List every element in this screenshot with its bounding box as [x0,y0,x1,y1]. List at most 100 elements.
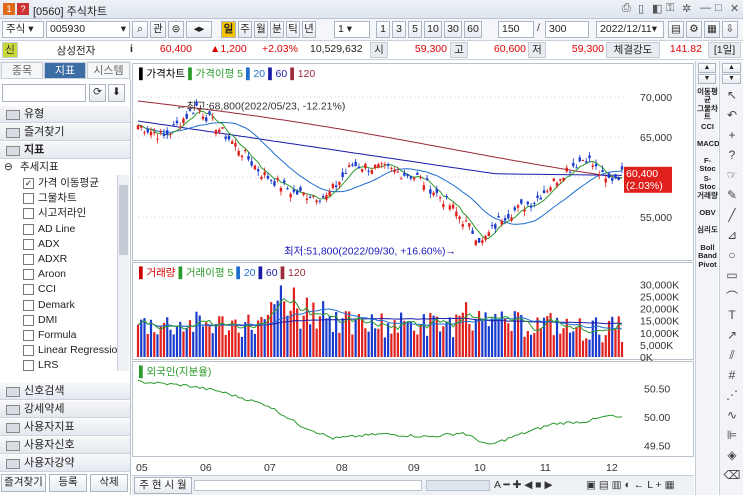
market-select[interactable]: 주식 ▾ [2,21,44,38]
tab-stock[interactable]: 종목 [1,62,43,79]
checkbox-icon[interactable] [23,254,34,265]
arc-icon[interactable]: ⌒ [723,288,741,305]
period-tick-button[interactable]: 틱 [286,21,300,38]
crosshair-icon[interactable]: + [723,128,741,145]
cursor-icon[interactable]: ↖ [723,88,741,105]
folder-user-signal[interactable]: 사용자신호 [0,437,130,454]
history-icon[interactable]: ⊜ [168,21,184,38]
indicator-shortcut[interactable]: Pivot [697,261,718,269]
info-icon[interactable]: i [130,43,133,55]
related-button[interactable]: 관 [150,21,166,38]
interval-select[interactable]: 1 ▾ [334,21,370,38]
checkbox-icon[interactable] [23,284,34,296]
rectangle-icon[interactable]: ▭ [723,268,741,285]
indicator-shortcut[interactable]: OBV [697,209,718,217]
folder-user-indicator[interactable]: 사용자지표 [0,419,130,436]
channel-icon[interactable]: ⫽ [723,348,741,365]
download-icon[interactable]: ⬇ [108,84,125,102]
indicator-shortcut[interactable]: 심리도 [697,226,718,234]
navigate-icons[interactable]: A ━ ✚ ◀ ■ ▶ [494,479,553,491]
period-month-button[interactable]: 월 [254,21,268,38]
indicator-item[interactable]: CCI [0,282,118,297]
export-icon[interactable]: ⇩ [722,21,738,38]
indicator-shortcut[interactable]: 그물차트 [697,105,718,121]
checkbox-icon[interactable] [23,360,34,372]
help-icon[interactable]: ? [17,3,29,15]
indicator-shortcut[interactable]: 거래량 [697,191,718,200]
group-trend[interactable]: ⊖ 추세지표 [0,160,118,175]
close-icon[interactable]: ✕ [730,2,739,15]
delete-button[interactable]: 삭제 [90,474,128,492]
tab-system[interactable]: 시스템 [87,62,130,79]
total-input[interactable]: 300 [545,21,589,38]
refresh-icon[interactable]: ⟳ [89,84,106,102]
trendline-icon[interactable]: ╱ [723,208,741,225]
checkbox-icon[interactable] [23,330,34,341]
pen-icon[interactable]: ✎ [723,188,741,205]
indicator-search-input[interactable] [2,84,86,102]
checkbox-icon[interactable] [23,314,34,326]
date-input[interactable]: 2022/12/11▾ [596,21,664,38]
indicator-item[interactable]: 그물차트 [0,191,118,206]
indicator-item[interactable]: DMI [0,313,118,328]
tool-down-icon[interactable]: ▼ [722,74,741,84]
stock-code-input[interactable]: 005930 ▾ [46,21,130,38]
indicator-item[interactable]: Linear Regression [0,343,118,358]
quick-3-button[interactable]: 3 [392,21,406,38]
folder-signal-search[interactable]: 신호검색 [0,383,130,400]
scroll-up-icon[interactable]: ▲ [698,63,716,73]
arrow-icon[interactable]: ↗ [723,328,741,345]
zoom-buttons[interactable]: 주 현 시 월 [134,477,192,494]
checkbox-icon[interactable] [23,193,34,205]
quick-1-button[interactable]: 1 [376,21,390,38]
grid-icon[interactable]: # [723,368,741,385]
indicator-shortcut[interactable]: CCI [697,122,718,131]
indicator-item[interactable]: LRS [0,358,118,373]
checkbox-icon[interactable] [23,269,34,281]
maximize-icon[interactable]: □ [715,2,722,14]
scroll-down-icon[interactable]: ▼ [698,74,716,84]
pointer-icon[interactable]: ☞ [723,168,741,185]
indicator-item[interactable]: AD Line [0,222,118,237]
circle-icon[interactable]: ○ [723,248,741,265]
indicator-item[interactable]: Demark [0,298,118,313]
period-day-button[interactable]: 일 [221,21,236,38]
checkbox-icon[interactable] [23,345,34,357]
indicator-item[interactable]: Aroon [0,267,118,282]
tool-up-icon[interactable]: ▲ [722,63,741,73]
register-button[interactable]: 등록 [49,474,87,492]
erase-icon[interactable]: ⌫ [723,468,741,485]
stepper-icon[interactable]: ◂▸ [186,21,212,38]
quick-30-button[interactable]: 30 [444,21,462,38]
indicator-shortcut[interactable]: MACD [697,139,720,148]
indicator-item[interactable]: ✓ 가격 이동평균 [0,176,118,191]
indicator-item[interactable]: ADXR [0,252,118,267]
indicator-shortcut[interactable]: Boll Band [697,243,718,260]
folder-user-strength[interactable]: 사용자강약 [0,455,130,472]
text-icon[interactable]: T [723,308,741,325]
setup-icon[interactable]: ⚙ [686,21,702,38]
search-icon[interactable]: ⌕ [132,21,148,38]
indicator-item[interactable]: ADX [0,237,118,252]
quick-60-button[interactable]: 60 [464,21,482,38]
wave-icon[interactable]: ∿ [723,408,741,425]
indicator-item[interactable]: 시고저라인 [0,206,118,221]
checkbox-checked-icon[interactable]: ✓ [23,178,34,189]
save-icon[interactable]: ▦ [704,21,720,38]
period-week-button[interactable]: 주 [238,21,252,38]
view-icons[interactable]: ▣ ▤ ▥ ◐ ← L + ▦ [586,479,675,491]
indicator-item[interactable]: Formula [0,328,118,343]
quick-5-button[interactable]: 5 [408,21,422,38]
chart-icon[interactable]: ▤ [668,21,684,38]
color-icon[interactable]: ◈ [723,448,741,465]
chart-scrollbar[interactable] [194,480,422,491]
lock-icon[interactable]: ⚿ [666,2,674,15]
settings-icon[interactable]: ✲ [682,2,691,15]
checkbox-icon[interactable] [23,223,34,235]
indicator-shortcut[interactable]: F-Stoc [697,157,718,173]
scrollbar-thumb[interactable] [119,185,128,255]
fan-icon[interactable]: ⋰ [723,388,741,405]
indicator-shortcut[interactable]: S-Stoc [697,174,718,191]
folder-favorites[interactable]: 즐겨찾기 [0,124,130,141]
checkbox-icon[interactable] [23,299,34,311]
